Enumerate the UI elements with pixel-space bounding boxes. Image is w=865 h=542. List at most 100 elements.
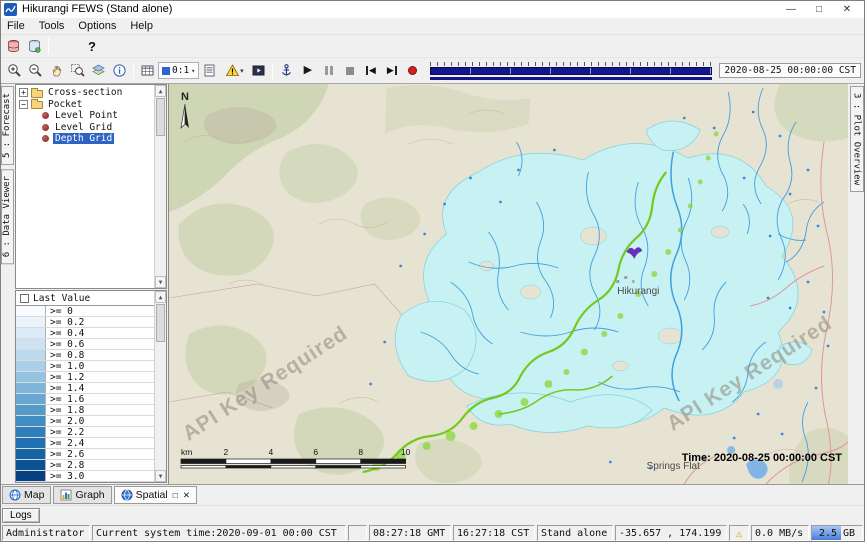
minimize-button[interactable]: — (777, 4, 805, 15)
play-button[interactable]: ▶ (297, 61, 318, 80)
zoom-in-button[interactable] (4, 61, 25, 80)
thresholds-dropdown[interactable]: ▾ (220, 61, 248, 80)
import-database-button[interactable] (3, 37, 24, 56)
timeseries-document-button[interactable] (199, 61, 220, 80)
zoom-region-button[interactable] (67, 61, 88, 80)
legend-row[interactable]: >= 0.6 (16, 339, 154, 350)
current-datetime-display: 2020-08-25 00:00:00 CST (719, 63, 861, 78)
last-value-checkbox[interactable] (20, 294, 29, 303)
scroll-up-icon[interactable]: ▲ (155, 291, 166, 303)
scroll-down-icon[interactable]: ▼ (155, 470, 166, 482)
legend-row[interactable]: >= 2.2 (16, 427, 154, 438)
scrollbar-thumb[interactable] (156, 98, 165, 136)
legend-row[interactable]: >= 1.4 (16, 383, 154, 394)
open-database-button[interactable] (24, 37, 45, 56)
tab-spatial[interactable]: Spatial □ ✕ (114, 486, 197, 504)
chart-icon (60, 489, 72, 501)
grid-display-button[interactable] (137, 61, 158, 80)
app-window: Hikurangi FEWS (Stand alone) — □ ✕ File … (0, 0, 865, 542)
scroll-up-icon[interactable]: ▲ (155, 85, 166, 97)
record-button[interactable] (402, 61, 423, 80)
tab-close-icon[interactable]: ✕ (183, 490, 190, 501)
toolbar-separator (133, 63, 134, 79)
legend-row[interactable]: >= 2.0 (16, 416, 154, 427)
logs-button[interactable]: Logs (2, 508, 40, 523)
status-gmt-time: 08:27:18 GMT (369, 525, 451, 541)
time-slider[interactable] (430, 61, 712, 81)
side-tab[interactable]: 5 : Forecast (1, 86, 14, 165)
legend-row[interactable]: >= 0.4 (16, 328, 154, 339)
legend-threshold-label: >= 2.8 (46, 460, 84, 470)
legend-row[interactable]: >= 1.0 (16, 361, 154, 372)
legend-color-swatch (16, 383, 46, 393)
close-button[interactable]: ✕ (833, 4, 861, 15)
longitudinal-profile-button[interactable] (276, 61, 297, 80)
step-forward-button[interactable]: ▶ (381, 61, 402, 80)
legend-color-swatch (16, 306, 46, 316)
legend-row[interactable]: >= 1.8 (16, 405, 154, 416)
status-warning-icon[interactable]: ⚠ (729, 525, 749, 541)
status-system-time: Current system time:2020-09-01 00:00 CST (92, 525, 346, 541)
menu-item[interactable]: Help (123, 19, 160, 33)
tab-maximize-icon[interactable]: □ (173, 490, 178, 500)
legend-row[interactable]: >= 0.2 (16, 317, 154, 328)
legend-row[interactable]: >= 2.8 (16, 460, 154, 471)
menu-item[interactable]: Tools (32, 19, 72, 33)
legend-row[interactable]: >= 1.6 (16, 394, 154, 405)
collapse-icon[interactable]: − (19, 100, 28, 109)
tree-item-pocket[interactable]: − Pocket (16, 99, 154, 111)
legend-threshold-label: >= 2.2 (46, 427, 84, 437)
legend-row[interactable]: >= 0 (16, 306, 154, 317)
animation-button[interactable] (248, 61, 269, 80)
tree-item-depth-grid[interactable]: Depth Grid (16, 133, 154, 145)
legend-threshold-label: >= 1.4 (46, 383, 84, 393)
tree-item-cross-section[interactable]: + Cross-section (16, 87, 154, 99)
menu-item[interactable]: File (0, 19, 32, 33)
side-tab[interactable]: 6 : Data Viewer (1, 169, 14, 264)
map-canvas[interactable]: API Key Required API Key Required Hikura… (169, 84, 848, 484)
layer-ratio-dropdown[interactable]: 0:1 ▾ (158, 62, 199, 79)
pan-button[interactable] (46, 61, 67, 80)
legend-threshold-label: >= 0.4 (46, 328, 84, 338)
info-button[interactable] (109, 61, 130, 80)
expand-icon[interactable]: + (19, 88, 28, 97)
scrollbar-thumb[interactable] (156, 304, 165, 342)
legend-title: Last Value (33, 293, 90, 304)
tab-graph[interactable]: Graph (53, 486, 111, 504)
tree-scrollbar[interactable]: ▲ ▼ (154, 85, 166, 288)
app-logo-icon (4, 3, 17, 16)
help-button[interactable]: ? (84, 39, 100, 54)
tree-item-level-point[interactable]: Level Point (16, 110, 154, 122)
legend-color-swatch (16, 416, 46, 426)
side-tab-plot-overview[interactable]: 3 : Plot Overview (850, 86, 864, 192)
legend-row[interactable]: >= 2.4 (16, 438, 154, 449)
scroll-down-icon[interactable]: ▼ (155, 276, 166, 288)
legend-row[interactable]: >= 2.6 (16, 449, 154, 460)
legend-row[interactable]: >= 3.0 (16, 471, 154, 482)
legend-color-swatch (16, 471, 46, 481)
step-back-button[interactable]: ◀ (360, 61, 381, 80)
toolbar-separator (272, 63, 273, 79)
stop-button[interactable] (339, 61, 360, 80)
layers-button[interactable] (88, 61, 109, 80)
status-coordinates: -35.657 , 174.199 (615, 525, 727, 541)
layer-node-icon (42, 124, 49, 131)
logs-row: Logs (0, 505, 865, 524)
time-span-bar[interactable] (430, 67, 712, 75)
svg-text:2: 2 (224, 447, 229, 457)
main-toolbar: ? (0, 35, 865, 58)
pause-button[interactable] (318, 61, 339, 80)
spatial-globe-icon (121, 489, 133, 501)
legend-row[interactable]: >= 1.2 (16, 372, 154, 383)
legend-threshold-label: >= 1.2 (46, 372, 84, 382)
layer-ratio-value: 0:1 (172, 65, 189, 76)
zoom-out-button[interactable] (25, 61, 46, 80)
legend-row[interactable]: >= 0.8 (16, 350, 154, 361)
layer-node-icon (42, 112, 49, 119)
menu-item[interactable]: Options (71, 19, 123, 33)
tree-item-level-grid[interactable]: Level Grid (16, 122, 154, 134)
time-selection-bar[interactable] (430, 77, 712, 80)
legend-scrollbar[interactable]: ▲ ▼ (154, 291, 166, 482)
maximize-button[interactable]: □ (805, 4, 833, 15)
tab-map[interactable]: Map (2, 486, 51, 504)
